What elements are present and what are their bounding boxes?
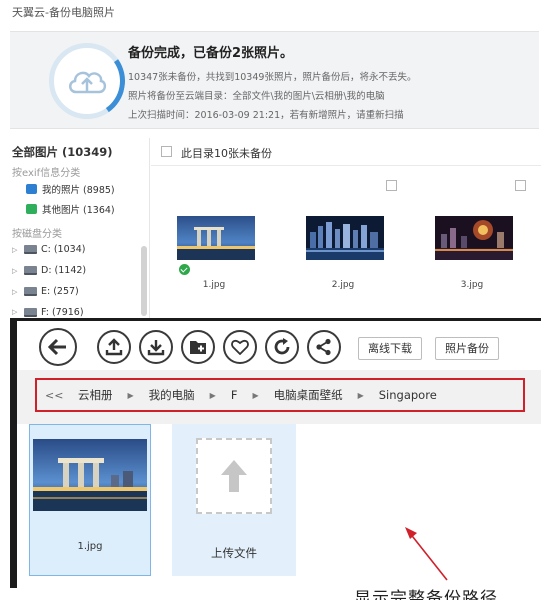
photo-name: 2.jpg [331, 280, 355, 290]
backup-destination-text: 照片将备份至云端目录：全部文件\我的图片\云相册\我的电脑 [128, 91, 385, 102]
annotation-label: 显示完整备份路径 [354, 589, 498, 600]
share-icon [316, 338, 331, 356]
hard-drive-icon [24, 287, 37, 296]
breadcrumb-bar: << 云相册 ▶ 我的电脑 ▶ F ▶ 电脑桌面壁纸 ▶ Singapore [17, 370, 541, 424]
toolbar: 离线下载 照片备份 [17, 318, 541, 368]
breadcrumb: << 云相册 ▶ 我的电脑 ▶ F ▶ 电脑桌面壁纸 ▶ Singapore [35, 378, 525, 412]
hard-drive-icon [24, 245, 37, 254]
upload-file-label: 上传文件 [211, 546, 257, 560]
photo-grid-panel: 此目录10张未备份 1.jpg 2.jpg 3.jpg [151, 138, 541, 318]
download-button[interactable] [139, 330, 173, 364]
upload-file-tile[interactable]: 上传文件 [172, 424, 296, 576]
window-title: 天翼云-备份电脑照片 [12, 6, 115, 19]
file-thumbnail[interactable] [33, 439, 147, 511]
drive-label: F: (7916) [41, 306, 84, 318]
breadcrumb-separator-icon: ▶ [357, 390, 364, 400]
file-name: 1.jpg [77, 541, 103, 552]
last-scan-text: 上次扫描时间：2016-03-09 21:21，若有新增照片，请重新扫描 [128, 110, 404, 121]
share-button[interactable] [307, 330, 341, 364]
photo-checkbox[interactable] [386, 180, 397, 191]
backed-up-check-icon [179, 264, 190, 275]
expand-arrow-icon[interactable]: ▷ [12, 308, 20, 316]
folder-header: 此目录10张未备份 [151, 138, 541, 166]
annotation-arrow-icon [405, 527, 448, 581]
sidebar-scrollbar[interactable] [141, 246, 147, 316]
breadcrumb-separator-icon: ▶ [252, 390, 259, 400]
drive-item-f[interactable]: ▷ F: (7916) [12, 306, 84, 318]
drive-item-d[interactable]: ▷ D: (1142) [12, 265, 86, 276]
cloud-upload-icon [42, 36, 132, 126]
new-folder-button[interactable] [181, 330, 215, 364]
breadcrumb-item[interactable]: 我的电脑 [142, 387, 202, 403]
window-edge [10, 318, 17, 588]
hard-drive-icon [24, 266, 37, 275]
breadcrumb-item[interactable]: 电脑桌面壁纸 [267, 387, 350, 403]
breadcrumb-separator-icon: ▶ [209, 390, 216, 400]
expand-arrow-icon[interactable]: ▷ [12, 288, 20, 296]
disk-section-label: 按磁盘分类 [12, 229, 62, 240]
backup-status-title: 备份完成，已备份2张照片。 [128, 46, 294, 61]
unbacked-count-label: 此目录10张未备份 [181, 147, 272, 160]
backup-status-banner: 备份完成，已备份2张照片。 10347张未备份，共找到10349张照片，照片备份… [10, 31, 539, 129]
photo-thumbnail[interactable] [435, 216, 513, 260]
sidebar-item-other-images[interactable]: 其他图片 (1364) [26, 202, 115, 216]
file-list: 1.jpg 上传文件 显示完整备份路径 [17, 424, 541, 600]
breadcrumb-back-button[interactable]: << [45, 389, 71, 402]
breadcrumb-item[interactable]: Singapore [372, 388, 444, 402]
hard-drive-icon [24, 307, 37, 317]
breadcrumb-separator-icon: ▶ [127, 390, 134, 400]
offline-download-button[interactable]: 离线下载 [358, 337, 422, 360]
sidebar-item-label: 我的照片 (8985) [42, 185, 115, 196]
file-item[interactable]: 1.jpg [29, 424, 151, 576]
backup-count-text: 10347张未备份，共找到10349张照片，照片备份后，将永不丢失。 [128, 72, 417, 83]
exif-section-label: 按exif信息分类 [12, 168, 81, 179]
download-icon [147, 340, 165, 356]
heart-icon [231, 340, 249, 355]
photo-backup-button[interactable]: 照片备份 [435, 337, 499, 360]
image-icon [26, 204, 37, 214]
upload-button[interactable] [97, 330, 131, 364]
refresh-button[interactable] [265, 330, 299, 364]
favorite-button[interactable] [223, 330, 257, 364]
sidebar-item-label: 其他图片 (1364) [42, 205, 115, 216]
drive-label: E: (257) [41, 286, 79, 297]
back-button[interactable] [39, 328, 77, 366]
cloud-album-window: 离线下载 照片备份 << 云相册 ▶ 我的电脑 ▶ F ▶ 电脑桌面壁纸 ▶ S… [0, 318, 551, 600]
expand-arrow-icon[interactable]: ▷ [12, 246, 20, 254]
upload-icon [105, 338, 123, 356]
back-icon [47, 338, 66, 356]
select-all-checkbox[interactable] [161, 146, 172, 157]
breadcrumb-item[interactable]: F [224, 388, 245, 402]
drive-label: D: (1142) [41, 265, 87, 276]
photo-thumbnail[interactable] [177, 216, 255, 260]
upload-arrow-icon [221, 460, 247, 492]
photo-thumbnail[interactable] [306, 216, 384, 260]
sidebar-item-my-photos[interactable]: 我的照片 (8985) [26, 182, 115, 196]
add-folder-icon [190, 341, 206, 354]
drive-item-e[interactable]: ▷ E: (257) [12, 286, 79, 297]
refresh-icon [274, 338, 290, 355]
drive-item-c[interactable]: ▷ C: (1034) [12, 244, 85, 255]
photo-icon [26, 184, 37, 194]
category-sidebar: 全部图片 (10349) 按exif信息分类 我的照片 (8985) 其他图片 … [0, 138, 150, 318]
photo-name: 3.jpg [460, 280, 484, 290]
backup-window: 天翼云-备份电脑照片 备份完成，已备份2张照片。 10347张未备份，共找到10… [0, 0, 551, 318]
all-pictures-item[interactable]: 全部图片 (10349) [12, 144, 113, 160]
upload-dropzone[interactable] [196, 438, 272, 514]
photo-name: 1.jpg [202, 280, 226, 290]
drive-label: C: (1034) [41, 244, 86, 255]
expand-arrow-icon[interactable]: ▷ [12, 267, 20, 275]
photo-checkbox[interactable] [515, 180, 526, 191]
breadcrumb-item[interactable]: 云相册 [71, 387, 120, 403]
